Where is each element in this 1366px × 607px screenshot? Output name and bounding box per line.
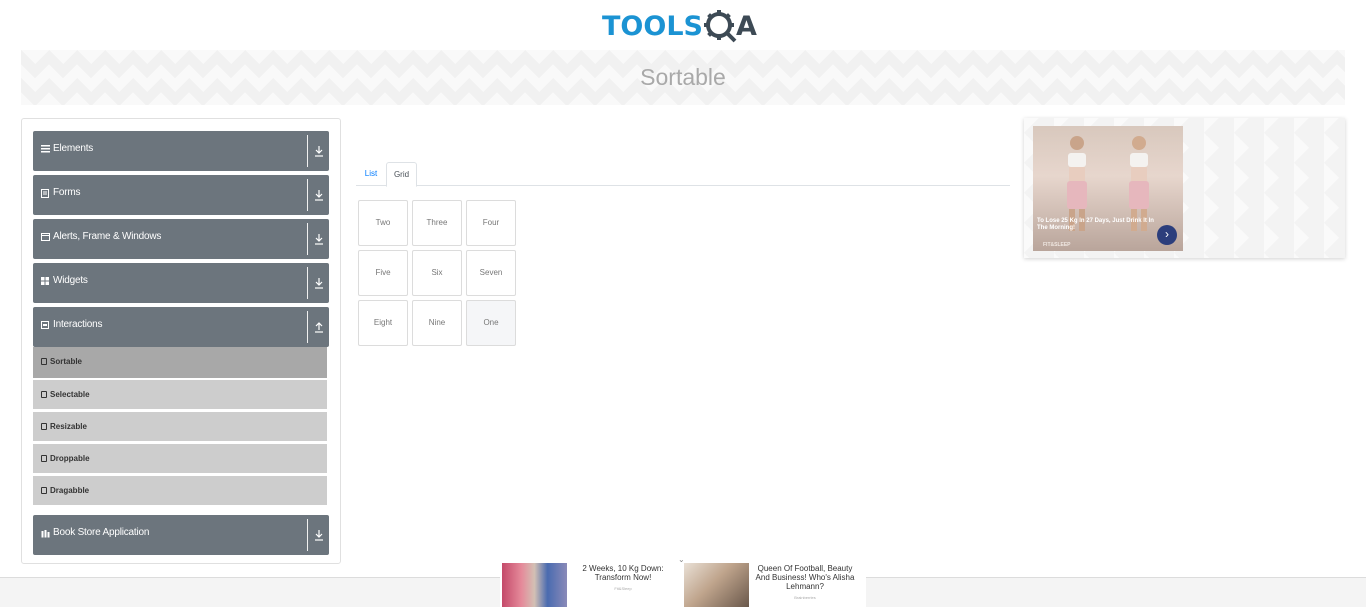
grid-icon <box>41 277 50 287</box>
sidebar-item-label: Sortable <box>50 357 83 366</box>
toolsqa-logo[interactable]: TOOLS A <box>602 6 766 46</box>
list-icon <box>41 391 47 398</box>
sidebar-item-selectable[interactable]: Selectable <box>33 380 327 409</box>
ad-person-figure <box>1067 136 1087 231</box>
sidebar-group-book-store[interactable]: Book Store Application <box>33 515 329 555</box>
grid-item[interactable]: Nine <box>412 300 462 346</box>
interaction-icon <box>41 321 50 331</box>
download-arrow-icon <box>315 146 323 157</box>
sidebar-group-label: Alerts, Frame & Windows <box>53 231 162 242</box>
download-arrow-icon <box>315 234 323 245</box>
document-icon <box>41 189 50 199</box>
gear-magnifier-icon <box>703 10 737 43</box>
sidebar-group-alerts[interactable]: Alerts, Frame & Windows <box>33 219 329 259</box>
upload-arrow-icon <box>315 322 323 333</box>
sidebar-group-forms[interactable]: Forms <box>33 175 329 215</box>
sidebar-group-interactions[interactable]: Interactions <box>33 307 329 347</box>
sidebar-item-droppable[interactable]: Droppable <box>33 444 327 473</box>
ad-title[interactable]: 2 Weeks, 10 Kg Down: Transform Now! <box>571 564 675 582</box>
logo-tools-text: TOOLS <box>602 10 703 42</box>
ad-title[interactable]: Queen Of Football, Beauty And Business! … <box>750 564 860 591</box>
divider <box>307 267 308 299</box>
sidebar: Elements Forms Alerts, Frame & Windows W… <box>21 118 341 564</box>
logo-a-text: A <box>735 10 757 42</box>
page-title: Sortable <box>640 64 726 90</box>
divider <box>307 311 308 343</box>
list-icon <box>41 487 47 494</box>
ad-person-figure <box>1129 136 1149 231</box>
sidebar-item-resizable[interactable]: Resizable <box>33 412 327 441</box>
download-arrow-icon <box>315 190 323 201</box>
chevron-right-icon[interactable]: › <box>1157 225 1177 245</box>
list-icon <box>41 455 47 462</box>
list-icon <box>41 423 47 430</box>
grid-item[interactable]: One <box>466 300 516 346</box>
sidebar-item-sortable[interactable]: Sortable <box>33 347 327 378</box>
sidebar-item-label: Resizable <box>50 422 87 431</box>
sidebar-group-label: Elements <box>53 143 94 154</box>
sortable-tabs: List Grid <box>356 162 1010 187</box>
window-icon <box>41 233 50 243</box>
page-banner: Sortable <box>21 50 1345 105</box>
hamburger-icon <box>41 145 50 155</box>
sidebar-group-label: Book Store Application <box>53 527 150 538</box>
download-arrow-icon <box>315 278 323 289</box>
bottom-advertisement: ⌄ 2 Weeks, 10 Kg Down: Transform Now! Fi… <box>500 555 866 607</box>
sidebar-item-label: Selectable <box>50 390 90 399</box>
ad-headline: To Lose 25 Kg In 27 Days, Just Drink It … <box>1037 218 1154 231</box>
sidebar-item-dragabble[interactable]: Dragabble <box>33 476 327 505</box>
grid-item[interactable]: Six <box>412 250 462 296</box>
sidebar-group-widgets[interactable]: Widgets <box>33 263 329 303</box>
ad-thumbnail[interactable] <box>684 563 749 607</box>
grid-item[interactable]: Five <box>358 250 408 296</box>
divider <box>307 519 308 551</box>
sidebar-item-label: Dragabble <box>50 486 90 495</box>
ad-source: Brainberries <box>794 595 816 600</box>
grid-item[interactable]: Three <box>412 200 462 246</box>
sidebar-group-label: Widgets <box>53 275 88 286</box>
grid-item[interactable]: Four <box>466 200 516 246</box>
ad-brand: FIT&SLEEP <box>1043 242 1071 248</box>
sidebar-group-elements[interactable]: Elements <box>33 131 329 171</box>
book-icon <box>41 529 50 539</box>
download-arrow-icon <box>315 530 323 541</box>
ad-image[interactable]: To Lose 25 Kg In 27 Days, Just Drink It … <box>1033 126 1183 251</box>
sidebar-group-label: Forms <box>53 187 81 198</box>
sidebar-group-label: Interactions <box>53 319 103 330</box>
grid-item[interactable]: Seven <box>466 250 516 296</box>
advertisement-right: To Lose 25 Kg In 27 Days, Just Drink It … <box>1024 118 1345 258</box>
divider <box>307 179 308 211</box>
tab-list[interactable]: List <box>356 162 386 186</box>
divider <box>307 223 308 255</box>
divider <box>307 135 308 167</box>
ad-source: Fit&Sleep <box>614 586 632 591</box>
sidebar-item-label: Droppable <box>50 454 90 463</box>
grid-item[interactable]: Two <box>358 200 408 246</box>
tab-grid[interactable]: Grid <box>386 162 417 187</box>
grid-item[interactable]: Eight <box>358 300 408 346</box>
list-icon <box>41 358 47 365</box>
ad-thumbnail[interactable] <box>502 563 567 607</box>
